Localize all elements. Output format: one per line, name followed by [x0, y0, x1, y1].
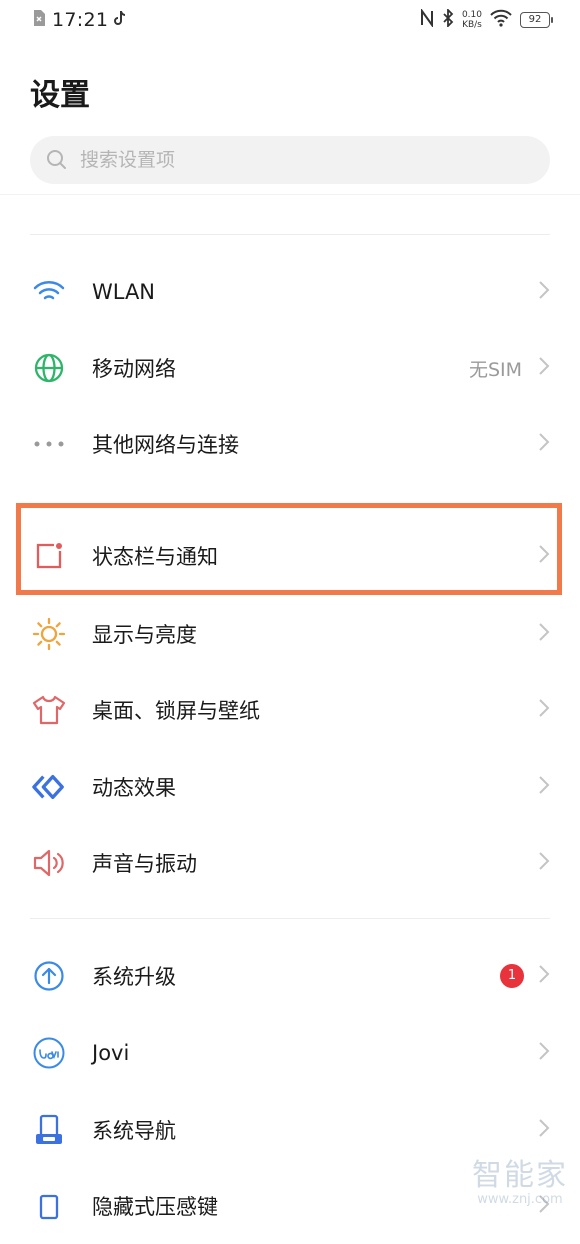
settings-item-label: Jovi [92, 1041, 130, 1065]
sim-absent-icon [32, 9, 46, 31]
settings-item-label: 系统导航 [92, 1119, 176, 1143]
search-icon [47, 150, 66, 169]
settings-item-label: WLAN [92, 280, 156, 304]
settings-item-mobile-network[interactable]: 移动网络 无SIM [0, 330, 580, 406]
settings-item-label: 系统升级 [92, 965, 176, 989]
update-badge: 1 [500, 964, 524, 988]
chevron-right-icon [538, 432, 550, 456]
status-bar-left: 17:21 [32, 9, 128, 31]
nfc-icon [420, 7, 434, 31]
page-title: 设置 [30, 78, 90, 113]
watermark: 智能家 www.znj.com [472, 1150, 568, 1207]
section-divider [30, 234, 550, 235]
navigation-icon [32, 1113, 66, 1147]
section-divider [30, 918, 550, 919]
status-bar: 17:21 0.10 KB/s 92 [0, 0, 580, 44]
tiktok-icon [114, 9, 128, 31]
wifi-icon [32, 275, 66, 309]
settings-item-label: 显示与亮度 [92, 623, 197, 647]
settings-item-label: 其他网络与连接 [92, 433, 239, 457]
more-dots-icon [32, 427, 66, 461]
chevron-right-icon [538, 280, 550, 304]
chevron-right-icon [538, 1041, 550, 1065]
bluetooth-icon [442, 7, 454, 31]
chevron-right-icon [538, 698, 550, 722]
settings-item-label: 移动网络 [92, 357, 176, 381]
network-speed: 0.10 KB/s [462, 10, 482, 30]
chevron-right-icon [538, 775, 550, 799]
status-bar-right: 0.10 KB/s 92 [420, 7, 553, 31]
upgrade-icon [32, 959, 66, 993]
settings-item-label: 声音与振动 [92, 852, 197, 876]
battery-indicator: 92 [520, 12, 553, 28]
chevron-right-icon [538, 356, 550, 380]
status-time: 17:21 [52, 9, 109, 31]
settings-item-statusbar-notification[interactable]: 状态栏与通知 [0, 518, 580, 594]
watermark-url: www.znj.com [477, 1192, 563, 1207]
speaker-icon [32, 846, 66, 880]
settings-item-motion-effects[interactable]: 动态效果 [0, 749, 580, 825]
search-input[interactable] [78, 148, 502, 172]
network-speed-value: 0.10 [461, 10, 482, 20]
settings-item-wlan[interactable]: WLAN [0, 254, 580, 330]
chevron-right-icon [538, 1118, 550, 1142]
search-bar[interactable] [30, 136, 550, 184]
globe-icon [32, 351, 66, 385]
network-speed-unit: KB/s [462, 20, 482, 30]
sun-icon [32, 617, 66, 651]
motion-effect-icon [32, 770, 66, 804]
jovi-icon [32, 1036, 66, 1070]
settings-item-value: 无SIM [468, 358, 522, 381]
chevron-right-icon [538, 851, 550, 875]
settings-item-label: 状态栏与通知 [92, 545, 218, 569]
watermark-text: 智能家 [472, 1158, 568, 1193]
settings-item-display-brightness[interactable]: 显示与亮度 [0, 596, 580, 672]
settings-item-system-upgrade[interactable]: 系统升级 1 [0, 938, 580, 1014]
settings-item-jovi[interactable]: Jovi [0, 1015, 580, 1091]
tshirt-icon [32, 693, 66, 727]
settings-item-label: 动态效果 [92, 776, 176, 800]
chevron-right-icon [538, 544, 550, 568]
header-divider [0, 194, 580, 195]
pressure-key-icon [32, 1189, 66, 1223]
settings-item-desktop-lockscreen-wallpaper[interactable]: 桌面、锁屏与壁纸 [0, 672, 580, 748]
settings-item-other-networks[interactable]: 其他网络与连接 [0, 406, 580, 482]
settings-item-label: 隐藏式压感键 [92, 1195, 218, 1219]
chevron-right-icon [538, 622, 550, 646]
chevron-right-icon [538, 964, 550, 988]
notification-icon [32, 539, 66, 573]
settings-item-label: 桌面、锁屏与壁纸 [92, 699, 260, 723]
wifi-signal-icon [490, 9, 512, 31]
settings-item-sound-vibration[interactable]: 声音与振动 [0, 825, 580, 901]
